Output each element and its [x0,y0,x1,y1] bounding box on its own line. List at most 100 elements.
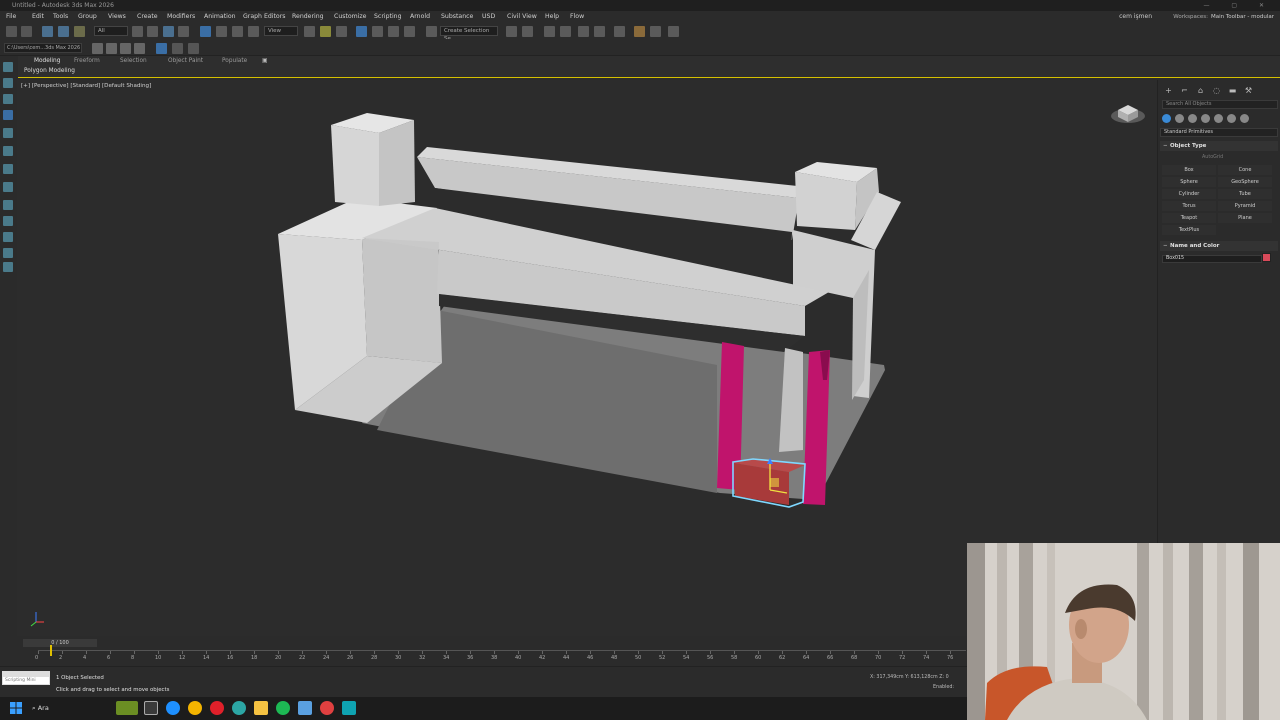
pivot-center-icon[interactable] [304,26,315,37]
object-search-input[interactable]: Search All Objects [1162,100,1278,109]
select-manipulate-icon[interactable] [320,26,331,37]
menu-edit[interactable]: Edit [32,11,44,23]
scale-icon[interactable] [232,26,243,37]
plane-button[interactable]: Plane [1218,213,1272,223]
reference-coord-dropdown[interactable]: View [264,26,298,36]
menu-arnold[interactable]: Arnold [410,11,430,23]
name-and-color-rollout[interactable]: Name and Color [1160,241,1278,251]
menu-graph-editors[interactable]: Graph Editors [243,11,285,23]
edge-dev-icon[interactable] [232,701,246,715]
percent-snap-icon[interactable] [388,26,399,37]
menu-flow[interactable]: Flow [570,11,584,23]
render-production-icon[interactable] [668,26,679,37]
cone-button[interactable]: Cone [1218,165,1272,175]
open-file-icon[interactable] [120,43,131,54]
adaptive-degradation-icon[interactable] [188,43,199,54]
windows-start-icon[interactable] [10,702,22,714]
spinner-snap-icon[interactable] [404,26,415,37]
bone-filter-icon[interactable] [3,262,13,272]
teapot-button[interactable]: Teapot [1162,213,1216,223]
camera-filter-icon[interactable] [3,216,13,226]
current-frame-marker[interactable] [50,645,52,656]
viewport-label[interactable]: [+] [Perspective] [Standard] [Default Sh… [21,83,151,89]
shapes-category-icon[interactable] [1175,114,1184,123]
angle-snap-icon[interactable] [372,26,383,37]
primitive-category-dropdown[interactable]: Standard Primitives [1160,128,1278,137]
edit-named-sets-icon[interactable] [426,26,437,37]
menu-file[interactable]: File [6,11,16,23]
menu-customize[interactable]: Customize [334,11,366,23]
select-by-name-icon[interactable] [147,26,158,37]
project-folder-icon[interactable] [92,43,103,54]
window-controls[interactable]: — ▢ ✕ [1203,0,1274,11]
align-icon[interactable] [522,26,533,37]
tab-modeling[interactable]: Modeling [34,58,60,64]
user-account[interactable]: cem işmen [1119,11,1152,23]
sphere-button[interactable]: Sphere [1162,177,1216,187]
cameras-category-icon[interactable] [1201,114,1210,123]
display-tab-icon[interactable]: ▬ [1228,86,1237,95]
lights-category-icon[interactable] [1188,114,1197,123]
motion-tab-icon[interactable]: ◌ [1212,86,1221,95]
menu-usd[interactable]: USD [482,11,495,23]
coordinate-display[interactable]: X: 317,349cm Y: 613,128cm Z: 0 [870,675,949,680]
autodesk-app-icon[interactable] [320,701,334,715]
pyramid-button[interactable]: Pyramid [1218,201,1272,211]
rendered-frame-icon[interactable] [650,26,661,37]
frog-widget-icon[interactable] [116,701,138,715]
geosphere-button[interactable]: GeoSphere [1218,177,1272,187]
rect-selection-icon[interactable] [163,26,174,37]
link-icon[interactable] [42,26,53,37]
workspace-dropdown[interactable]: Main Toolbar - modular [1211,11,1274,23]
edge-browser-icon[interactable] [166,701,180,715]
layer-filter-icon[interactable] [3,94,13,104]
box-button[interactable]: Box [1162,165,1216,175]
menu-substance[interactable]: Substance [441,11,473,23]
menu-create[interactable]: Create [137,11,158,23]
file-explorer-icon[interactable] [254,701,268,715]
tube-button[interactable]: Tube [1218,189,1272,199]
find-icon[interactable] [3,128,13,138]
display-filter-icon[interactable] [3,78,13,88]
viewport-layout-icon[interactable] [156,43,167,54]
taskbar-search[interactable]: ⌕ Ara [32,702,49,714]
cylinder-button[interactable]: Cylinder [1162,189,1216,199]
unlink-icon[interactable] [58,26,69,37]
menu-group[interactable]: Group [78,11,97,23]
freeze-icon[interactable] [3,164,13,174]
modify-tab-icon[interactable]: ⌐ [1180,86,1189,95]
menu-help[interactable]: Help [545,11,559,23]
timeline[interactable]: 0 / 100 0 2 4 6 8 10 12 14 16 18 20 22 24 26 28 30 32 34 3… [18,636,1001,666]
helpers-category-icon[interactable] [1214,114,1223,123]
viewcube-icon[interactable] [1110,96,1146,126]
geometry-category-icon[interactable] [1162,114,1171,123]
hierarchy-icon[interactable] [3,146,13,156]
object-color-swatch[interactable] [1262,253,1271,262]
keyboard-shortcut-icon[interactable] [336,26,347,37]
task-view-icon[interactable] [144,701,158,715]
window-crossing-icon[interactable] [178,26,189,37]
tab-selection[interactable]: Selection [120,58,147,64]
3dsmax-app-icon[interactable] [342,701,356,715]
new-scene-icon[interactable] [106,43,117,54]
layer-explorer-icon[interactable] [560,26,571,37]
hierarchy-tab-icon[interactable]: ⌂ [1196,86,1205,95]
menu-scripting[interactable]: Scripting [374,11,402,23]
time-slider[interactable]: 0 / 100 [23,639,97,647]
menu-modifiers[interactable]: Modifiers [167,11,195,23]
menu-tools[interactable]: Tools [53,11,68,23]
object-name-input[interactable]: Box015 [1162,255,1262,263]
lights-filter-icon[interactable] [3,200,13,210]
select-object-icon[interactable] [132,26,143,37]
selection-set-dropdown[interactable]: Create Selection Se [440,26,498,42]
menu-rendering[interactable]: Rendering [292,11,324,23]
curve-editor-icon[interactable] [578,26,589,37]
menu-views[interactable]: Views [108,11,126,23]
snaps-toggle-icon[interactable] [356,26,367,37]
create-tab-icon[interactable]: + [1164,86,1173,95]
rotate-icon[interactable] [216,26,227,37]
autogrid-checkbox[interactable]: AutoGrid [1202,155,1223,160]
scene-explorer-icon[interactable] [544,26,555,37]
schematic-view-icon[interactable] [594,26,605,37]
placement-icon[interactable] [248,26,259,37]
